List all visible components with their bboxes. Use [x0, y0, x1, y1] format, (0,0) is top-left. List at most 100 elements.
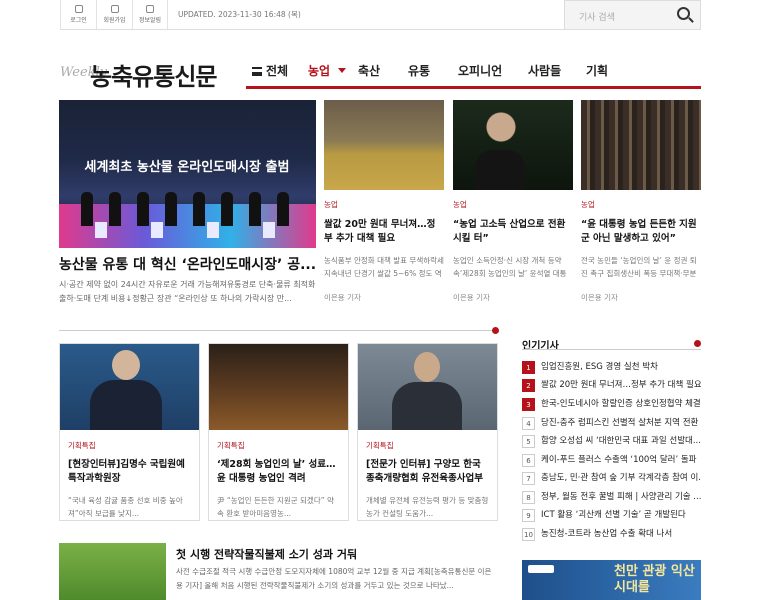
- notify-button[interactable]: 정보알림: [132, 0, 168, 30]
- person-figure: [90, 380, 162, 430]
- person-face: [414, 352, 440, 382]
- rank-number: 9: [522, 509, 535, 522]
- popular-item-title[interactable]: 케이-푸드 플러스 수출액 ‘100억 달러’ 돌파: [541, 454, 701, 467]
- nav-feature[interactable]: 기획: [586, 62, 608, 79]
- feature-card-title[interactable]: ‘제28회 농업인의 날’ 성료…윤 대통령 농업인 격려: [217, 458, 340, 486]
- rank-number: 4: [522, 417, 535, 430]
- divider: [522, 349, 701, 350]
- ad-logo: [528, 565, 554, 573]
- popular-item[interactable]: 8 정부, 월동 전후 꿀벌 피해 | 사양관리 기술 ...: [522, 489, 701, 507]
- author: 이은용 기자: [324, 293, 361, 302]
- user-icon: [74, 5, 83, 13]
- popular-item-title[interactable]: 충남도, 민·관 참여 숲 기부 각계각층 참여 이...: [541, 472, 701, 485]
- search-box[interactable]: 기사 검색: [564, 0, 701, 30]
- feature-card-title[interactable]: [현장인터뷰]김명수 국립원예특작과학원장: [68, 458, 191, 486]
- category-label[interactable]: 기획특집: [217, 440, 348, 451]
- rank-number: 10: [522, 528, 535, 541]
- feature-card-image[interactable]: [60, 344, 199, 430]
- category-label[interactable]: 농업: [453, 199, 573, 210]
- top-bar: 로그인 회원가입 정보알림 UPDATED. 2023-11-30 16:48 …: [60, 0, 701, 30]
- popular-item[interactable]: 3 한국-인도네시아 할랄인증 상호인정협약 체결: [522, 396, 701, 414]
- hero-headline[interactable]: 농산물 유통 대 혁신 ‘온라인도매시장’ 공...: [59, 254, 316, 274]
- search-icon[interactable]: [677, 7, 690, 20]
- nav-agriculture[interactable]: 농업: [308, 62, 347, 79]
- bell-icon: [146, 5, 154, 13]
- podium: [95, 222, 107, 238]
- nav-opinion[interactable]: 오피니언: [458, 62, 502, 79]
- nav-livestock[interactable]: 축산: [358, 62, 380, 79]
- person-face: [112, 350, 140, 380]
- category-label[interactable]: 기획특집: [366, 440, 497, 451]
- feature-card[interactable]: 기획특집 ‘제28회 농업인의 날’ 성료…윤 대통령 농업인 격려 尹 “농업…: [208, 343, 349, 521]
- news-card-title[interactable]: 쌀값 20만 원대 무너져…정부 추가 대책 필요: [324, 218, 444, 246]
- menu-icon: [252, 67, 262, 76]
- news-card[interactable]: 농업 쌀값 20만 원대 무너져…정부 추가 대책 필요 농식품부 안정화 대책…: [324, 100, 444, 303]
- chevron-down-icon: [338, 68, 347, 73]
- popular-item-title[interactable]: 쌀값 20만 원대 무너져…정부 추가 대책 필요: [541, 379, 701, 392]
- popular-item[interactable]: 2 쌀값 20만 원대 무너져…정부 추가 대책 필요: [522, 377, 701, 395]
- news-card-summary: 전국 농민들 ‘농업인의 날’ 윤 정권 퇴진 촉구 집회생산비 폭등 무대책·…: [581, 256, 697, 278]
- signup-button[interactable]: 회원가입: [96, 0, 132, 30]
- popular-item-title[interactable]: 임업진흥원, ESG 경영 실천 박차: [541, 361, 701, 374]
- rank-number: 6: [522, 454, 535, 467]
- divider: [59, 330, 495, 331]
- rank-number: 7: [522, 472, 535, 485]
- feature-card[interactable]: 기획특집 [전문가 인터뷰] 구양모 한국종축개량협회 유전육종사업부장 개체별…: [357, 343, 498, 521]
- person-figure: [221, 192, 233, 226]
- category-label[interactable]: 농업: [324, 199, 444, 210]
- podium: [263, 222, 275, 238]
- nav-all[interactable]: 전체: [252, 62, 288, 79]
- feature-card[interactable]: 기획특집 [현장인터뷰]김명수 국립원예특작과학원장 “국내 육성 감귤 품종 …: [59, 343, 200, 521]
- feature-card-image[interactable]: [358, 344, 497, 430]
- news-card-image[interactable]: [581, 100, 701, 190]
- person-figure: [249, 192, 261, 226]
- ad-banner[interactable]: 천만 관광 익산시대를: [522, 560, 701, 600]
- popular-item[interactable]: 4 당진-충주 럼피스킨 선별적 살처분 지역 전환: [522, 415, 701, 433]
- popular-item-title[interactable]: 당진-충주 럼피스킨 선별적 살처분 지역 전환: [541, 417, 701, 430]
- news-card-title[interactable]: “윤 대통령 농업 든든한 지원군 아닌 말생하고 있어”: [581, 218, 701, 246]
- popular-item[interactable]: 5 함양 오성섭 씨 ‘대한민국 대표 과일 선발대...: [522, 433, 701, 451]
- popular-item-title[interactable]: ICT 활용 ‘괴산캐 선별 기술’ 곧 개발된다: [541, 509, 701, 522]
- hero-image[interactable]: 세계최초 농산물 온라인도매시장 출범: [59, 100, 316, 248]
- more-dot-icon[interactable]: [492, 327, 499, 334]
- more-dot-icon[interactable]: [694, 340, 701, 347]
- feature-card-title[interactable]: [전문가 인터뷰] 구양모 한국종축개량협회 유전육종사업부장: [366, 458, 489, 486]
- news-card[interactable]: 농업 “농업 고소득 산업으로 전환 시킬 터” 농업인 소득안정·신 시장 개…: [453, 100, 573, 303]
- login-button[interactable]: 로그인: [60, 0, 96, 30]
- popular-item-title[interactable]: 함양 오성섭 씨 ‘대한민국 대표 과일 선발대...: [541, 435, 701, 448]
- rank-number: 3: [522, 398, 535, 411]
- popular-item-title[interactable]: 정부, 월동 전후 꿀벌 피해 | 사양관리 기술 ...: [541, 491, 701, 504]
- site-logo[interactable]: Weekly 농축유통신문: [60, 55, 240, 91]
- popular-item[interactable]: 7 충남도, 민·관 참여 숲 기부 각계각층 참여 이...: [522, 470, 701, 488]
- main-nav: 전체 농업 축산 유통 오피니언 사람들 기획: [246, 56, 701, 84]
- popular-item[interactable]: 6 케이-푸드 플러스 수출액 ‘100억 달러’ 돌파: [522, 452, 701, 470]
- nav-people[interactable]: 사람들: [528, 62, 561, 79]
- person-figure: [165, 192, 177, 226]
- search-input[interactable]: 기사 검색: [579, 10, 615, 23]
- person-figure: [109, 192, 121, 226]
- podium: [151, 222, 163, 238]
- popular-item-title[interactable]: 한국-인도네시아 할랄인증 상호인정협약 체결: [541, 398, 701, 411]
- bottom-article-image[interactable]: [59, 543, 166, 600]
- person-figure: [193, 192, 205, 226]
- news-card-image[interactable]: [453, 100, 573, 190]
- news-card-title[interactable]: “농업 고소득 산업으로 전환 시킬 터”: [453, 218, 573, 246]
- ad-text: 천만 관광 익산시대를: [614, 564, 695, 595]
- author: 이은용 기자: [581, 293, 618, 302]
- category-label[interactable]: 농업: [581, 199, 701, 210]
- feature-card-image[interactable]: [209, 344, 348, 430]
- news-card-image[interactable]: [324, 100, 444, 190]
- popular-item[interactable]: 1 임업진흥원, ESG 경영 실천 박차: [522, 359, 701, 377]
- nav-underline: [246, 86, 701, 89]
- popular-item[interactable]: 10 농진청-코트라 농산업 수출 확대 나서: [522, 526, 701, 544]
- bottom-article-title[interactable]: 첫 시행 전략작물직불제 소기 성과 거둬: [176, 546, 357, 562]
- news-card[interactable]: 농업 “윤 대통령 농업 든든한 지원군 아닌 말생하고 있어” 전국 농민들 …: [581, 100, 701, 303]
- popular-item[interactable]: 9 ICT 활용 ‘괴산캐 선별 기술’ 곧 개발된다: [522, 507, 701, 525]
- person-figure: [475, 150, 525, 190]
- rank-number: 5: [522, 435, 535, 448]
- category-label[interactable]: 기획특집: [68, 440, 199, 451]
- popular-item-title[interactable]: 농진청-코트라 농산업 수출 확대 나서: [541, 528, 701, 541]
- feature-card-summary: 尹 “농업인 든든한 지원군 되겠다” 약속 환호 받아미음영농...: [217, 496, 334, 518]
- nav-distribution[interactable]: 유통: [408, 62, 430, 79]
- feature-card-summary: 개체별 유전체 유전능력 평가 등 맞춤형 농가 컨설팅 도움가...: [366, 496, 489, 518]
